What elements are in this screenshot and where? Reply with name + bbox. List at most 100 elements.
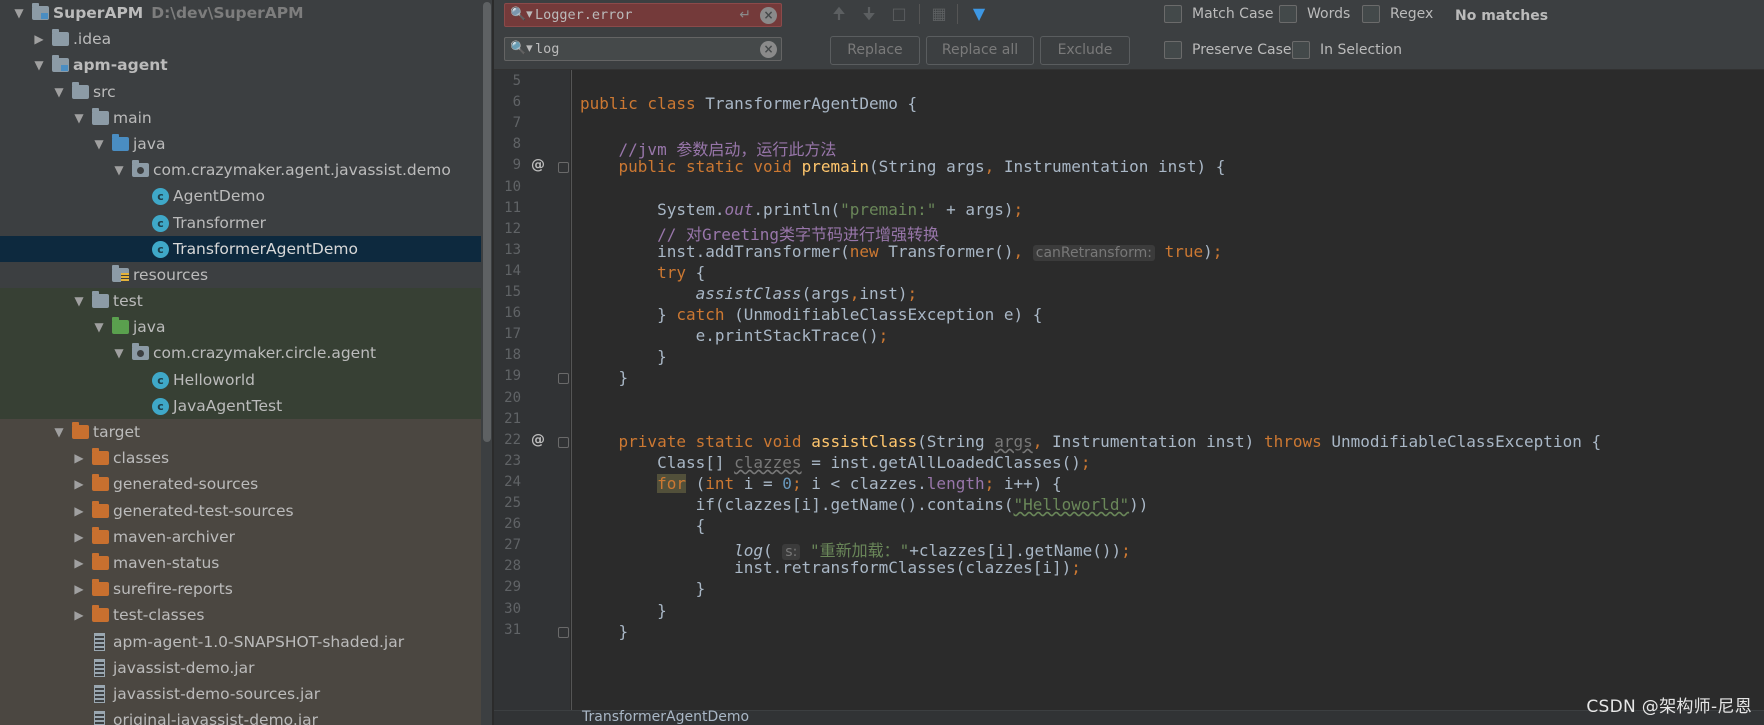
tree-row[interactable]: c TransformerAgentDemo — [0, 235, 481, 262]
previous-occurrence-icon[interactable]: 🠉 — [828, 3, 850, 25]
select-all-occurrences-icon[interactable]: ▦ — [928, 3, 950, 25]
tree-row[interactable]: resources — [0, 262, 481, 288]
tree-row[interactable]: javassist-demo-sources.jar — [0, 680, 481, 708]
code-line[interactable]: } — [580, 368, 629, 387]
tree-row[interactable]: ▶ generated-test-sources — [0, 497, 481, 524]
tree-row[interactable]: ▼ com.crazymaker.circle.agent — [0, 340, 481, 367]
code-line[interactable]: try { — [580, 263, 705, 282]
regex-checkbox[interactable]: Regex — [1362, 3, 1433, 25]
replace-input[interactable]: log — [535, 38, 559, 60]
code-editor[interactable]: public class TransformerAgentDemo { //jv… — [572, 70, 1764, 710]
collapse-arrow-icon[interactable]: ▼ — [72, 105, 86, 131]
collapse-arrow-icon[interactable]: ▼ — [92, 131, 106, 157]
code-line[interactable]: inst.retransformClasses(clazzes[i]); — [580, 558, 1081, 577]
expand-arrow-icon[interactable]: ▶ — [32, 26, 46, 52]
expand-arrow-icon[interactable]: ▶ — [72, 602, 86, 628]
clear-search-icon[interactable]: × — [760, 7, 777, 24]
collapse-arrow-icon[interactable]: ▼ — [12, 0, 26, 26]
checkbox-box[interactable] — [1164, 41, 1182, 59]
clear-replace-icon[interactable]: × — [760, 41, 777, 58]
code-line[interactable]: for (int i = 0; i < clazzes.length; i++)… — [580, 473, 1062, 493]
search-field[interactable]: 🔍▾ Logger.error ↵ × — [504, 3, 782, 27]
tree-row[interactable]: ▶ surefire-reports — [0, 576, 481, 603]
tree-row[interactable]: ▼ SuperAPM D:\dev\SuperAPM — [0, 0, 481, 26]
tree-row[interactable]: javassist-demo.jar — [0, 654, 481, 681]
code-line[interactable]: public static void premain(String args, … — [580, 157, 1226, 176]
collapse-arrow-icon[interactable]: ▼ — [32, 52, 46, 78]
collapse-arrow-icon[interactable]: ▼ — [112, 157, 126, 183]
code-line[interactable]: Class[] clazzes = inst.getAllLoadedClass… — [580, 453, 1091, 472]
expand-arrow-icon[interactable]: ▶ — [72, 498, 86, 524]
collapse-arrow-icon[interactable]: ▼ — [112, 340, 126, 366]
tree-row[interactable]: ▶ maven-archiver — [0, 523, 481, 550]
tree-row[interactable]: ▶ classes — [0, 445, 481, 472]
collapse-arrow-icon[interactable]: ▼ — [52, 79, 66, 105]
code-line[interactable]: { — [580, 516, 706, 535]
checkbox-box[interactable] — [1292, 41, 1310, 59]
code-line[interactable]: e.printStackTrace(); — [580, 326, 889, 345]
tree-row[interactable]: ▶ generated-sources — [0, 471, 481, 498]
fold-toggle-icon[interactable] — [558, 626, 569, 638]
checkbox-box[interactable] — [1164, 5, 1182, 23]
next-occurrence-icon[interactable]: 🠋 — [858, 3, 880, 25]
search-history-icon[interactable]: 🔍▾ — [510, 4, 533, 26]
replace-history-icon[interactable]: 🔍▾ — [510, 38, 533, 60]
code-line[interactable]: } — [580, 601, 667, 620]
add-occurrence-icon[interactable]: □ — [888, 3, 910, 25]
tree-row[interactable]: ▶ maven-status — [0, 549, 481, 577]
preserve-case-checkbox[interactable]: Preserve Case — [1164, 39, 1292, 61]
tree-row[interactable]: original-javassist-demo.jar — [0, 707, 481, 725]
checkbox-box[interactable] — [1279, 5, 1297, 23]
tree-row[interactable]: c JavaAgentTest — [0, 392, 481, 419]
breadcrumb[interactable]: TransformerAgentDemo — [582, 709, 749, 725]
tree-row[interactable]: apm-agent-1.0-SNAPSHOT-shaded.jar — [0, 628, 481, 655]
code-line[interactable]: System.out.println("premain:" + args); — [580, 200, 1023, 219]
scrollbar-thumb[interactable] — [483, 2, 491, 442]
code-line[interactable]: private static void assistClass(String a… — [580, 432, 1602, 451]
fold-toggle-icon[interactable] — [558, 373, 569, 385]
tree-row[interactable]: ▶ test-classes — [0, 602, 481, 629]
replace-all-button[interactable]: Replace all — [926, 36, 1034, 65]
collapse-arrow-icon[interactable]: ▼ — [92, 314, 106, 340]
tree-row[interactable]: ▼ test — [0, 288, 481, 315]
expand-arrow-icon[interactable]: ▶ — [72, 471, 86, 497]
tree-row[interactable]: c AgentDemo — [0, 183, 481, 209]
newline-icon[interactable]: ↵ — [739, 4, 751, 26]
fold-toggle-icon[interactable] — [558, 162, 569, 174]
code-line[interactable]: } — [580, 622, 629, 641]
code-line[interactable]: } — [580, 579, 706, 598]
tree-row[interactable]: c Helloworld — [0, 366, 481, 393]
fold-toggle-icon[interactable] — [558, 436, 569, 448]
expand-arrow-icon[interactable]: ▶ — [72, 550, 86, 576]
tree-row[interactable]: ▼ java — [0, 314, 481, 341]
code-line[interactable]: public class TransformerAgentDemo { — [580, 94, 917, 113]
replace-field[interactable]: 🔍▾ log × — [504, 37, 782, 61]
search-input[interactable]: Logger.error — [535, 4, 633, 26]
collapse-arrow-icon[interactable]: ▼ — [72, 288, 86, 314]
annotation-marker-icon[interactable]: @ — [531, 432, 545, 448]
tree-row[interactable]: ▼ main — [0, 105, 481, 131]
expand-arrow-icon[interactable]: ▶ — [72, 576, 86, 602]
match-case-checkbox[interactable]: Match Case — [1164, 3, 1273, 25]
code-line[interactable]: if(clazzes[i].getName().contains("Hellow… — [580, 495, 1149, 514]
checkbox-box[interactable] — [1362, 5, 1380, 23]
code-line[interactable]: } — [580, 347, 667, 366]
replace-button[interactable]: Replace — [830, 36, 920, 65]
words-checkbox[interactable]: Words — [1279, 3, 1350, 25]
tree-row[interactable]: ▼ target — [0, 419, 481, 446]
annotation-marker-icon[interactable]: @ — [531, 157, 545, 173]
tree-row[interactable]: ▼ java — [0, 131, 481, 157]
code-line[interactable]: } catch (UnmodifiableClassException e) { — [580, 305, 1042, 324]
code-line[interactable]: assistClass(args,inst); — [580, 284, 918, 303]
tree-row[interactable]: ▼ com.crazymaker.agent.javassist.demo — [0, 157, 481, 183]
tree-row[interactable]: ▶ .idea — [0, 26, 481, 52]
expand-arrow-icon[interactable]: ▶ — [72, 524, 86, 550]
tree-row[interactable]: ▼ src — [0, 79, 481, 105]
tree-row[interactable]: c Transformer — [0, 210, 481, 236]
collapse-arrow-icon[interactable]: ▼ — [52, 419, 66, 445]
in-selection-checkbox[interactable]: In Selection — [1292, 39, 1402, 61]
editor-gutter[interactable]: 5 6 7 8 9 @10 11 12 13 14 15 16 17 18 19 20 21 22 @23 24 25 2… — [494, 70, 570, 710]
filter-icon[interactable]: ▼ — [968, 3, 990, 25]
exclude-button[interactable]: Exclude — [1040, 36, 1130, 65]
tree-row[interactable]: ▼ apm-agent — [0, 52, 481, 78]
